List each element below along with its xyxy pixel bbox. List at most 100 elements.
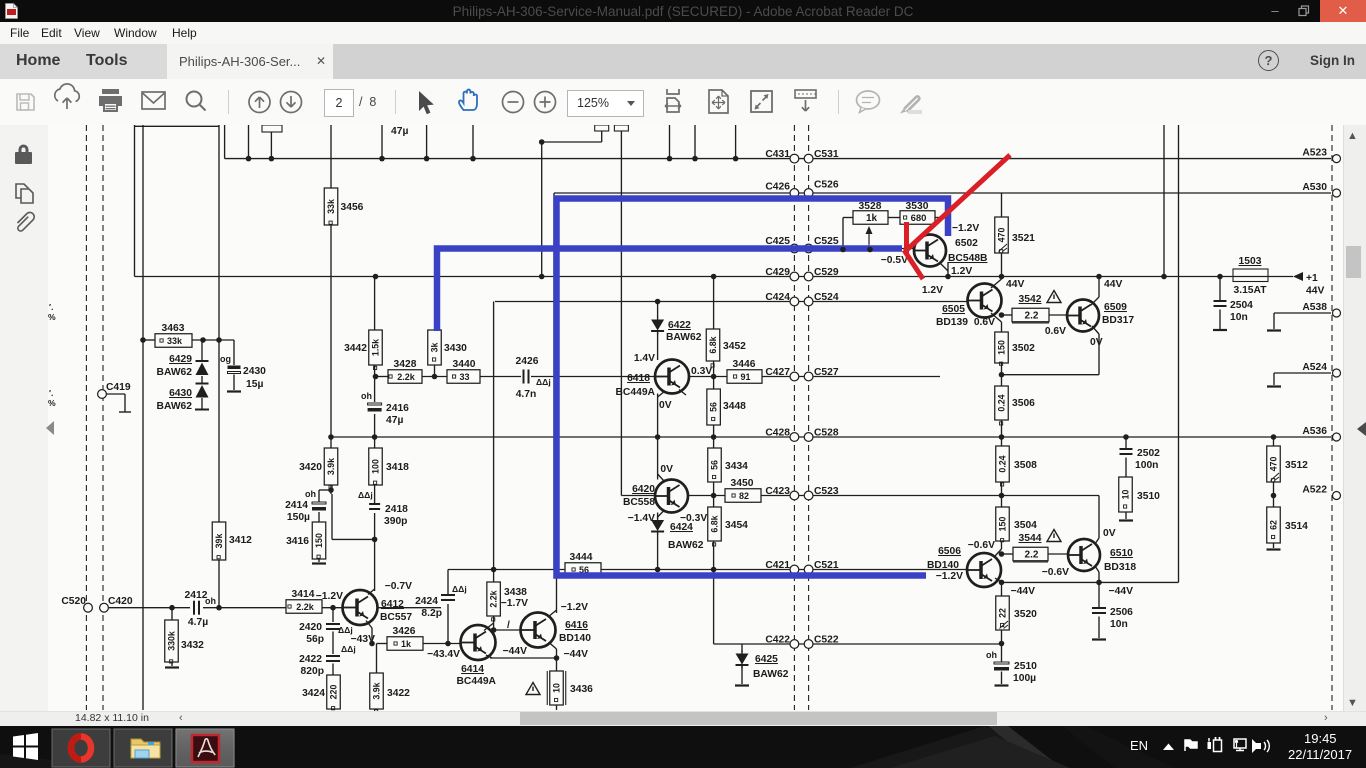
svg-text:A522: A522 bbox=[1302, 485, 1327, 496]
svg-text:+1: +1 bbox=[1306, 273, 1318, 284]
svg-text:470: 470 bbox=[997, 228, 1007, 243]
svg-text:56: 56 bbox=[709, 402, 719, 412]
svg-text:1.4V: 1.4V bbox=[634, 353, 655, 364]
svg-text:3452: 3452 bbox=[723, 341, 746, 352]
svg-text:3430: 3430 bbox=[444, 343, 467, 354]
svg-text:8.2p: 8.2p bbox=[421, 608, 442, 619]
svg-text:C528: C528 bbox=[814, 428, 839, 439]
svg-text:820p: 820p bbox=[301, 666, 324, 677]
svg-text:6422: 6422 bbox=[668, 320, 691, 331]
svg-text:−44V: −44V bbox=[1011, 586, 1035, 597]
svg-text:3446: 3446 bbox=[733, 359, 756, 370]
svg-text:C424: C424 bbox=[765, 292, 790, 303]
svg-text:BD318: BD318 bbox=[1104, 562, 1136, 573]
svg-text:C521: C521 bbox=[814, 560, 839, 571]
svg-text:3436: 3436 bbox=[570, 684, 593, 695]
svg-text:2418: 2418 bbox=[385, 504, 408, 515]
svg-text:6.8k: 6.8k bbox=[710, 515, 720, 532]
svg-text:0.24: 0.24 bbox=[998, 455, 1008, 472]
svg-text:33k: 33k bbox=[326, 199, 336, 214]
svg-text:−43.4V: −43.4V bbox=[427, 649, 460, 660]
svg-text:100µ: 100µ bbox=[1013, 673, 1036, 684]
svg-text:3.9k: 3.9k bbox=[326, 458, 336, 475]
svg-text:2.2k: 2.2k bbox=[397, 372, 416, 382]
svg-text:C427: C427 bbox=[765, 367, 790, 378]
svg-text:BAW62: BAW62 bbox=[753, 669, 789, 680]
svg-text:3412: 3412 bbox=[229, 535, 252, 546]
svg-text:3456: 3456 bbox=[341, 202, 364, 213]
svg-text:3502: 3502 bbox=[1012, 343, 1035, 354]
svg-text:2504: 2504 bbox=[1230, 300, 1253, 311]
svg-text:1.2V: 1.2V bbox=[951, 266, 972, 277]
svg-text:6505: 6505 bbox=[942, 304, 965, 315]
svg-text:10n: 10n bbox=[1110, 619, 1128, 630]
svg-text:2510: 2510 bbox=[1014, 661, 1037, 672]
svg-text:3528: 3528 bbox=[859, 201, 882, 212]
svg-text:C529: C529 bbox=[814, 267, 839, 278]
svg-text:BC558: BC558 bbox=[623, 497, 655, 508]
svg-text:−0.6V: −0.6V bbox=[968, 540, 995, 551]
svg-text:56: 56 bbox=[710, 460, 720, 470]
svg-text:2.2k: 2.2k bbox=[296, 602, 315, 612]
svg-text:BAW62: BAW62 bbox=[668, 540, 704, 551]
svg-text:3512: 3512 bbox=[1285, 460, 1308, 471]
svg-text:2506: 2506 bbox=[1110, 607, 1133, 618]
svg-text:6502: 6502 bbox=[955, 238, 978, 249]
svg-text:3426: 3426 bbox=[393, 626, 416, 637]
svg-text:82: 82 bbox=[739, 491, 749, 501]
svg-text:−1.2V: −1.2V bbox=[936, 571, 963, 582]
svg-text:3514: 3514 bbox=[1285, 521, 1308, 532]
svg-text:′.: ′. bbox=[49, 388, 53, 398]
svg-text:91: 91 bbox=[740, 372, 750, 382]
svg-text:3504: 3504 bbox=[1014, 520, 1037, 531]
svg-text:C419: C419 bbox=[106, 382, 131, 393]
svg-text:2422: 2422 bbox=[299, 654, 322, 665]
svg-text:ΔΔj: ΔΔj bbox=[358, 490, 373, 500]
svg-text:3418: 3418 bbox=[386, 462, 409, 473]
svg-text:A538: A538 bbox=[1302, 302, 1327, 313]
svg-text:3454: 3454 bbox=[725, 520, 748, 531]
svg-text:0V: 0V bbox=[660, 464, 673, 475]
svg-text:6429: 6429 bbox=[169, 354, 192, 365]
svg-text:6420: 6420 bbox=[632, 484, 655, 495]
svg-text:ΔΔj: ΔΔj bbox=[536, 377, 551, 387]
svg-text:3448: 3448 bbox=[723, 401, 746, 412]
svg-text:0V: 0V bbox=[659, 400, 672, 411]
svg-text:150: 150 bbox=[998, 517, 1008, 532]
svg-text:3.9k: 3.9k bbox=[372, 682, 382, 699]
svg-text:6425: 6425 bbox=[755, 654, 778, 665]
svg-text:3420: 3420 bbox=[299, 462, 322, 473]
svg-text:BAW62: BAW62 bbox=[666, 332, 702, 343]
svg-text:−1.7V: −1.7V bbox=[501, 598, 528, 609]
svg-text:3k: 3k bbox=[430, 343, 440, 353]
svg-text:C429: C429 bbox=[765, 267, 790, 278]
svg-text:1.2V: 1.2V bbox=[922, 285, 943, 296]
svg-text:2.2: 2.2 bbox=[1025, 549, 1039, 560]
svg-text:3422: 3422 bbox=[387, 688, 410, 699]
svg-text:BC449A: BC449A bbox=[616, 387, 656, 398]
svg-text:390p: 390p bbox=[384, 516, 407, 527]
svg-text:1503: 1503 bbox=[1239, 256, 1262, 267]
svg-text:C420: C420 bbox=[108, 596, 133, 607]
svg-text:BC557: BC557 bbox=[380, 612, 412, 623]
svg-text:0.24: 0.24 bbox=[997, 394, 1007, 411]
svg-text:10: 10 bbox=[1121, 490, 1131, 500]
svg-text:oh: oh bbox=[305, 489, 316, 499]
svg-text:3506: 3506 bbox=[1012, 398, 1035, 409]
svg-text:−44V: −44V bbox=[503, 646, 527, 657]
svg-text:3444: 3444 bbox=[570, 552, 593, 563]
svg-text:BD317: BD317 bbox=[1102, 315, 1134, 326]
svg-text:47µ: 47µ bbox=[391, 126, 408, 137]
svg-text:2426: 2426 bbox=[516, 356, 539, 367]
svg-text:6510: 6510 bbox=[1110, 548, 1133, 559]
svg-text:2414: 2414 bbox=[285, 500, 308, 511]
svg-text:6412: 6412 bbox=[381, 599, 404, 610]
svg-text:1k: 1k bbox=[401, 639, 412, 649]
svg-text:C527: C527 bbox=[814, 367, 839, 378]
svg-text:−1.4V: −1.4V bbox=[628, 513, 655, 524]
svg-text:C426: C426 bbox=[765, 182, 790, 193]
svg-text:3424: 3424 bbox=[302, 688, 325, 699]
svg-text:C422: C422 bbox=[765, 635, 790, 646]
svg-text:100: 100 bbox=[371, 459, 381, 474]
svg-text:3440: 3440 bbox=[453, 359, 476, 370]
